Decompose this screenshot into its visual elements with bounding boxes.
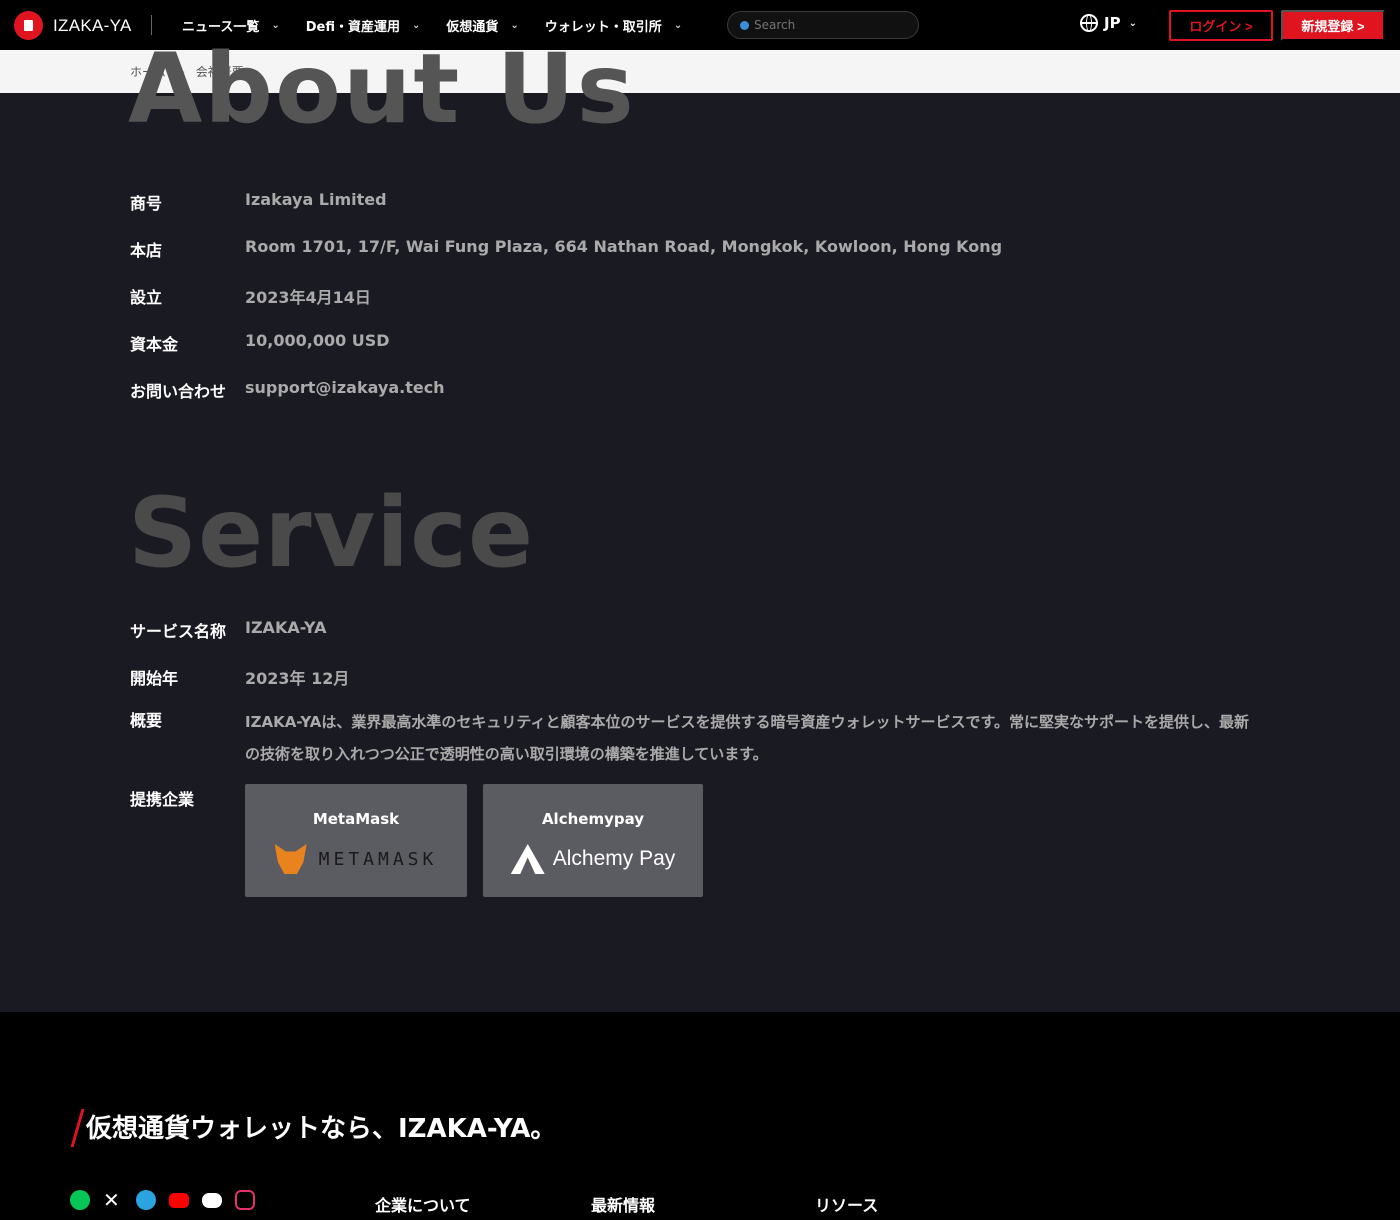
info-value: 2023年 12月 [245, 669, 350, 688]
nav-news[interactable]: ニュース一覧 ⌄ [182, 16, 280, 35]
info-label: 本店 [130, 241, 163, 260]
telegram-icon[interactable] [136, 1190, 156, 1210]
partner-name: MetaMask [312, 810, 400, 828]
footer-column-news[interactable]: 最新情報 [591, 1192, 655, 1216]
info-row-start-year: 開始年 2023年 12月 [130, 665, 349, 689]
login-button[interactable]: ログイン > [1169, 10, 1273, 41]
about-heading: About Us [128, 44, 636, 140]
info-row-partners: 提携企業 [130, 786, 245, 810]
nav-wallet-exchange[interactable]: ウォレット・取引所 ⌄ [545, 16, 682, 35]
info-label: 概要 [130, 711, 163, 730]
chevron-down-icon: ⌄ [412, 19, 421, 31]
nav-defi[interactable]: Defi・資産運用 ⌄ [306, 16, 421, 35]
site-footer: 仮想通貨ウォレットなら、IZAKA-YA。 ✕ 企業について 最新情報 リソース [0, 1012, 1400, 1220]
brand-logo[interactable]: IZAKA-YA [14, 11, 132, 40]
chevron-down-icon: ⌄ [271, 19, 280, 31]
izakaya-logo-icon [14, 11, 43, 40]
discord-icon[interactable] [202, 1193, 222, 1208]
info-row-service-name: サービス名称 IZAKA-YA [130, 618, 326, 642]
instagram-icon[interactable] [235, 1190, 255, 1210]
nav-defi-label: Defi・資産運用 [305, 19, 400, 35]
info-label: お問い合わせ [130, 382, 227, 401]
info-row-contact: お問い合わせ support@izakaya.tech [130, 378, 445, 402]
footer-tagline-text: 仮想通貨ウォレットなら、IZAKA-YA。 [86, 1114, 557, 1144]
x-icon[interactable]: ✕ [103, 1190, 123, 1210]
chevron-down-icon: ⌄ [1128, 17, 1137, 29]
info-value: 2023年4月14日 [245, 288, 371, 307]
signup-button[interactable]: 新規登録 > [1281, 10, 1385, 41]
alchemypay-logo: Alchemy Pay [510, 844, 676, 874]
nav-crypto[interactable]: 仮想通貨 ⌄ [446, 16, 518, 35]
header-divider [151, 15, 152, 35]
partner-card-metamask[interactable]: MetaMask METAMASK [245, 784, 467, 897]
partner-card-alchemypay[interactable]: Alchemypay Alchemy Pay [483, 784, 703, 897]
youtube-icon[interactable] [169, 1193, 189, 1208]
service-heading: Service [128, 477, 535, 589]
partner-name: Alchemypay [541, 810, 645, 828]
info-value: IZAKA-YA [245, 618, 327, 637]
social-links: ✕ [70, 1190, 268, 1210]
metamask-wordmark: METAMASK [318, 848, 438, 870]
info-label: サービス名称 [130, 622, 227, 641]
contact-email-link[interactable]: support@izakaya.tech [245, 378, 445, 402]
footer-column-company[interactable]: 企業について [375, 1192, 471, 1216]
info-value: Izakaya Limited [245, 190, 387, 209]
info-label: 商号 [130, 194, 163, 213]
search-box [727, 11, 919, 39]
info-label: 資本金 [130, 335, 179, 354]
info-row-head-office: 本店 Room 1701, 17/F, Wai Fung Plaza, 664 … [130, 237, 1002, 261]
top-navbar: IZAKA-YA ニュース一覧 ⌄ Defi・資産運用 ⌄ 仮想通貨 ⌄ ウォレット・… [0, 0, 1400, 50]
chevron-down-icon: ⌄ [510, 19, 519, 31]
info-value: Room 1701, 17/F, Wai Fung Plaza, 664 Nat… [245, 237, 1003, 256]
line-icon[interactable] [70, 1190, 90, 1210]
footer-tagline: 仮想通貨ウォレットなら、IZAKA-YA。 [70, 1108, 556, 1145]
globe-icon [1080, 14, 1098, 32]
language-label: JP [1104, 14, 1121, 32]
info-row-overview: 概要 [130, 707, 245, 731]
info-value: 10,000,000 USD [245, 331, 390, 350]
info-label: 提携企業 [130, 790, 195, 809]
main-nav: ニュース一覧 ⌄ Defi・資産運用 ⌄ 仮想通貨 ⌄ ウォレット・取引所 ⌄ [182, 0, 708, 50]
service-overview-text: IZAKA-YAは、業界最高水準のセキュリティと顧客本位のサービスを提供する暗号… [245, 713, 1249, 763]
info-row-company-name: 商号 Izakaya Limited [130, 190, 387, 214]
metamask-logo: METAMASK [274, 844, 438, 874]
metamask-fox-icon [274, 844, 307, 874]
info-label: 開始年 [130, 669, 179, 688]
footer-column-resources[interactable]: リソース [815, 1192, 878, 1216]
nav-news-label: ニュース一覧 [182, 19, 260, 35]
red-slash-icon [70, 1109, 84, 1145]
nav-wallet-label: ウォレット・取引所 [544, 19, 662, 35]
alchemypay-wordmark: Alchemy Pay [552, 847, 676, 870]
alchemy-pay-icon [510, 844, 545, 874]
language-selector[interactable]: JP ⌄ [1080, 14, 1137, 32]
chevron-down-icon: ⌄ [673, 19, 683, 31]
info-row-established: 設立 2023年4月14日 [130, 284, 371, 308]
info-row-capital: 資本金 10,000,000 USD [130, 331, 390, 355]
search-input[interactable] [754, 18, 904, 32]
nav-crypto-label: 仮想通貨 [446, 19, 499, 35]
brand-name: IZAKA-YA [53, 15, 132, 35]
search-icon [740, 20, 749, 30]
info-label: 設立 [130, 288, 163, 307]
